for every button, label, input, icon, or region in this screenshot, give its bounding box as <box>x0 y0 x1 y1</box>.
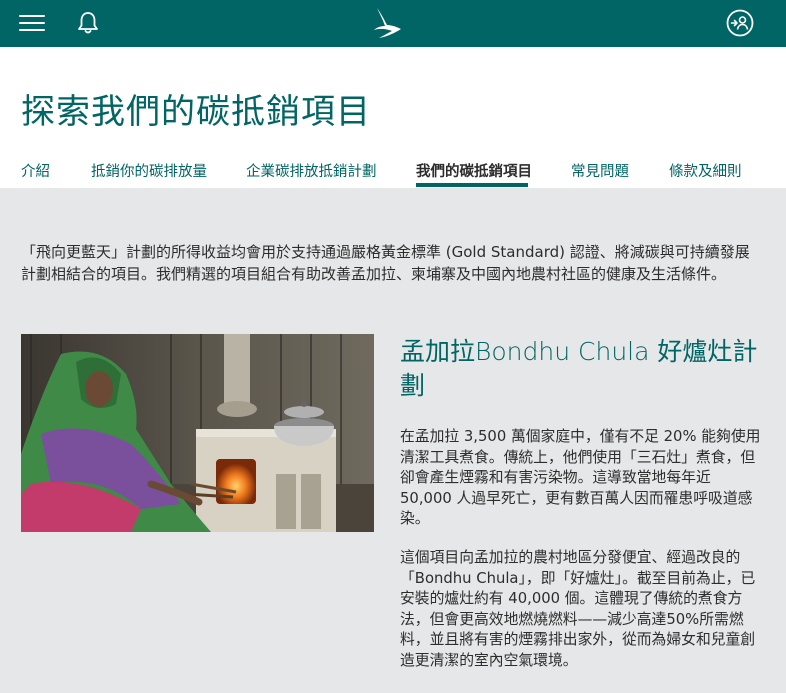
tab-our-projects[interactable]: 我們的碳抵銷項目 <box>416 160 532 181</box>
cathay-brushwing-logo[interactable] <box>371 6 403 40</box>
project-photo <box>21 334 374 532</box>
tab-faq[interactable]: 常見問題 <box>571 160 629 181</box>
tab-offset-emissions[interactable]: 抵銷你的碳排放量 <box>91 160 207 181</box>
active-tab-indicator <box>416 183 528 187</box>
tab-terms[interactable]: 條款及細則 <box>669 160 742 181</box>
top-navigation-bar <box>0 0 786 47</box>
user-login-icon[interactable] <box>726 9 754 37</box>
tab-corporate-program[interactable]: 企業碳排放抵銷計劃 <box>246 160 377 181</box>
page-title: 探索我們的碳抵銷項目 <box>21 92 371 132</box>
tab-bar: 介紹 抵銷你的碳排放量 企業碳排放抵銷計劃 我們的碳抵銷項目 常見問題 條款及細… <box>0 155 786 188</box>
project-description-1: 在孟加拉 3,500 萬個家庭中，僅有不足 20% 能夠使用清潔工具煮食。傳統上… <box>400 428 761 527</box>
hamburger-menu-icon[interactable] <box>19 13 45 33</box>
project-title: 孟加拉Bondhu Chula 好爐灶計劃 <box>400 337 758 400</box>
tab-introduction[interactable]: 介紹 <box>21 160 50 181</box>
intro-text: 「飛向更藍天」計劃的所得收益均會用於支持通過嚴格黃金標準 (Gold Stand… <box>21 243 750 283</box>
bell-icon[interactable] <box>75 10 101 36</box>
project-description-2: 這個項目向孟加拉的農村地區分發便宜、經過改良的「Bondhu Chula」，即「… <box>400 549 756 669</box>
